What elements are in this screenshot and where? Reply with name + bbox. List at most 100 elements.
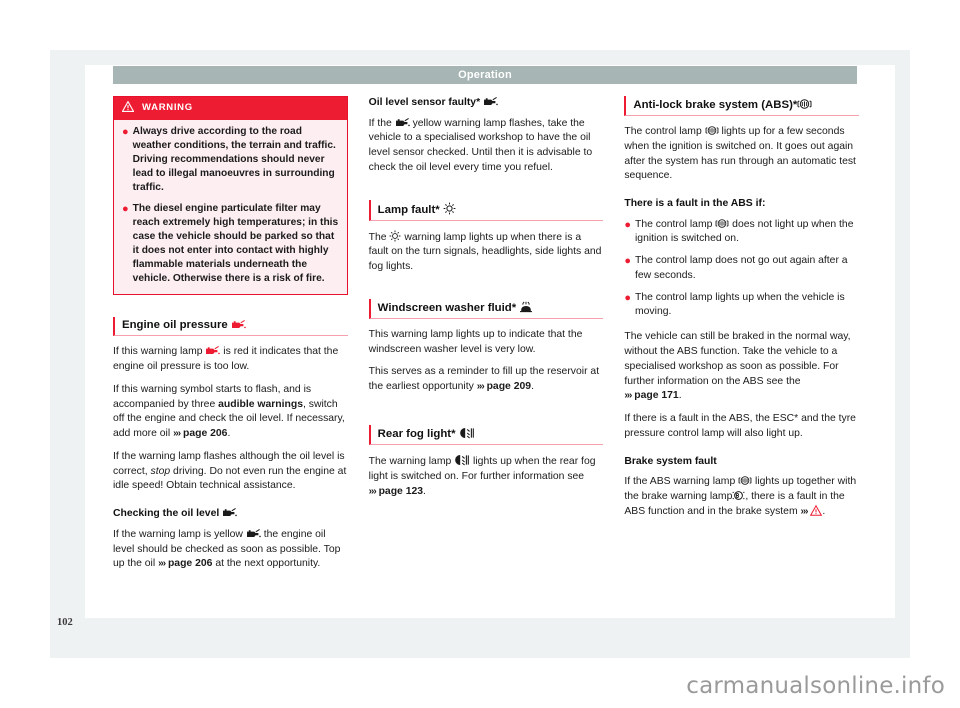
bullet-icon: ● — [122, 202, 129, 215]
paragraph-washer-fluid-2: This serves as a reminder to fill up the… — [369, 365, 604, 395]
paragraph-oil-pressure-2: If this warning symbol starts to flash, … — [113, 383, 348, 442]
warning-item-text: Always drive according to the road weath… — [132, 125, 336, 193]
xref-label: page 171 — [634, 390, 679, 402]
cross-reference[interactable]: ››› — [800, 504, 823, 517]
paragraph-oil-pressure-3: If the warning lamp flashes although the… — [113, 450, 348, 494]
oil-can-icon-red — [205, 345, 221, 356]
xref-label: page 206 — [182, 428, 228, 440]
sub-heading-checking-oil-level: Checking the oil level — [113, 507, 348, 522]
bulb-fault-icon — [389, 230, 401, 242]
abs-fault-bullet-text: The control lamp does not go out again a… — [635, 255, 848, 281]
column-middle: Oil level sensor faulty* If the yellow w… — [368, 96, 604, 596]
cross-reference[interactable]: ››› page 209 — [477, 381, 531, 392]
text: . — [423, 485, 426, 497]
warning-box-header: WARNING — [114, 97, 347, 120]
sub-heading-brake-system-fault: Brake system fault — [624, 455, 717, 467]
brake-warning-lamp-icon — [732, 490, 745, 501]
text: The — [368, 231, 387, 243]
content-columns: WARNING ● Always drive according to the … — [113, 96, 860, 596]
xref-arrows-icon: ››› — [476, 381, 485, 393]
abs-lamp-icon — [797, 98, 812, 110]
section-heading-rear-fog-light: Rear fog light* — [368, 424, 604, 445]
paragraph-oil-pressure-1: If this warning lamp is red it indicates… — [113, 345, 348, 375]
xref-label: page 209 — [486, 381, 532, 393]
cross-reference[interactable]: ››› page 171 — [624, 390, 678, 401]
section-heading-abs: Anti-lock brake system (ABS)* — [624, 96, 860, 116]
sub-heading-oil-level-sensor-faulty: Oil level sensor faulty* — [369, 96, 604, 111]
warning-box-body: ● Always drive according to the road wea… — [114, 120, 347, 295]
xref-arrows-icon: ››› — [624, 390, 632, 402]
paragraph-abs-esc: If there is a fault in the ABS, the ESC*… — [624, 413, 856, 439]
section-heading-label: Lamp fault* — [377, 203, 440, 216]
oil-can-icon-red — [231, 319, 246, 330]
bullet-icon: ● — [624, 218, 631, 231]
paragraph-lamp-fault: The warning lamp lights up when there is… — [369, 230, 604, 275]
watermark: carmanualsonline.info — [686, 673, 945, 699]
cross-reference[interactable]: ››› page 206 — [158, 558, 212, 569]
section-heading-windscreen-washer-fluid: Windscreen washer fluid* — [368, 298, 604, 319]
rear-fog-light-icon — [459, 427, 475, 439]
bulb-fault-icon — [443, 202, 456, 215]
oil-can-icon — [222, 507, 237, 518]
bullet-icon: ● — [624, 255, 631, 268]
warning-item: ● Always drive according to the road wea… — [122, 125, 339, 195]
paragraph-washer-fluid-1: This warning lamp lights up to indicate … — [368, 328, 583, 355]
xref-arrows-icon: ››› — [173, 428, 181, 440]
section-heading-label: Engine oil pressure — [122, 319, 228, 332]
manual-page-viewer: Operation 102 WARNING ● Always drive acc… — [0, 0, 960, 708]
paragraph-abs-braking: The vehicle can still be braked in the n… — [624, 330, 859, 404]
paragraph-oil-level-sensor: If the yellow warning lamp flashes, take… — [369, 117, 604, 176]
running-header: Operation — [113, 66, 857, 84]
abs-lamp-icon — [738, 475, 752, 486]
text: The vehicle can still be braked in the n… — [624, 331, 851, 387]
column-left: WARNING ● Always drive according to the … — [113, 96, 348, 596]
xref-label: page 123 — [378, 485, 424, 497]
abs-fault-bullet: ● The control lamp lights up when the ve… — [624, 291, 859, 321]
warning-triangle-icon — [121, 100, 135, 115]
paragraph-rear-fog-light: The warning lamp lights up when the rear… — [369, 454, 604, 499]
section-heading-label: Rear fog light* — [377, 427, 456, 440]
warning-item-text: The diesel engine particulate filter may… — [132, 202, 339, 285]
text: If this warning lamp — [113, 346, 203, 358]
warning-triangle-icon-red — [810, 504, 823, 516]
text: . — [227, 428, 231, 440]
text: If the ABS warning lamp — [624, 476, 736, 488]
paragraph-abs-intro: The control lamp lights up for a few sec… — [624, 125, 859, 184]
windscreen-washer-icon — [519, 301, 533, 313]
page-number: 102 — [57, 617, 73, 628]
oil-can-icon — [395, 117, 410, 128]
warning-box-label: WARNING — [142, 102, 193, 114]
paragraph-brake-system-fault: If the ABS warning lamp lights up togeth… — [624, 475, 859, 519]
bullet-icon: ● — [624, 291, 631, 304]
text: The warning lamp — [368, 455, 452, 467]
column-right: Anti-lock brake system (ABS)* The contro… — [624, 96, 860, 596]
section-heading-engine-oil-pressure: Engine oil pressure — [113, 317, 348, 337]
sub-heading-abs-fault: There is a fault in the ABS if: — [624, 198, 766, 210]
cross-reference[interactable]: ››› page 123 — [369, 486, 423, 497]
text: If the warning lamp is yellow — [113, 528, 243, 540]
cross-reference[interactable]: ››› page 206 — [173, 428, 227, 439]
xref-arrows-icon: ››› — [368, 485, 377, 497]
text: at the next opportunity. — [215, 558, 321, 570]
sub-heading-label: Oil level sensor faulty* — [368, 97, 481, 108]
text: The control lamp — [635, 218, 713, 230]
text: The control lamp — [624, 126, 702, 137]
xref-arrows-icon: ››› — [158, 558, 166, 570]
text-bold: audible warnings — [218, 398, 303, 410]
xref-label: page 206 — [167, 558, 213, 570]
section-heading-label: Anti-lock brake system (ABS)* — [633, 99, 798, 111]
abs-fault-bullet-text: The control lamp lights up when the vehi… — [635, 291, 845, 318]
section-heading-lamp-fault: Lamp fault* — [368, 199, 604, 221]
rear-fog-light-icon — [454, 454, 470, 466]
text: warning lamp lights up when there is a f… — [368, 231, 602, 273]
xref-arrows-icon: ››› — [800, 505, 809, 517]
text: . — [678, 390, 682, 402]
abs-fault-bullet: ● The control lamp does not go out again… — [624, 254, 859, 284]
text: . — [822, 505, 826, 517]
oil-can-icon — [483, 96, 498, 107]
text: . — [531, 381, 534, 393]
sub-heading-label: Checking the oil level — [113, 508, 220, 520]
paragraph-checking-oil-level: If the warning lamp is yellow the engine… — [113, 528, 348, 572]
oil-can-icon — [246, 528, 261, 539]
bullet-icon: ● — [122, 125, 129, 138]
